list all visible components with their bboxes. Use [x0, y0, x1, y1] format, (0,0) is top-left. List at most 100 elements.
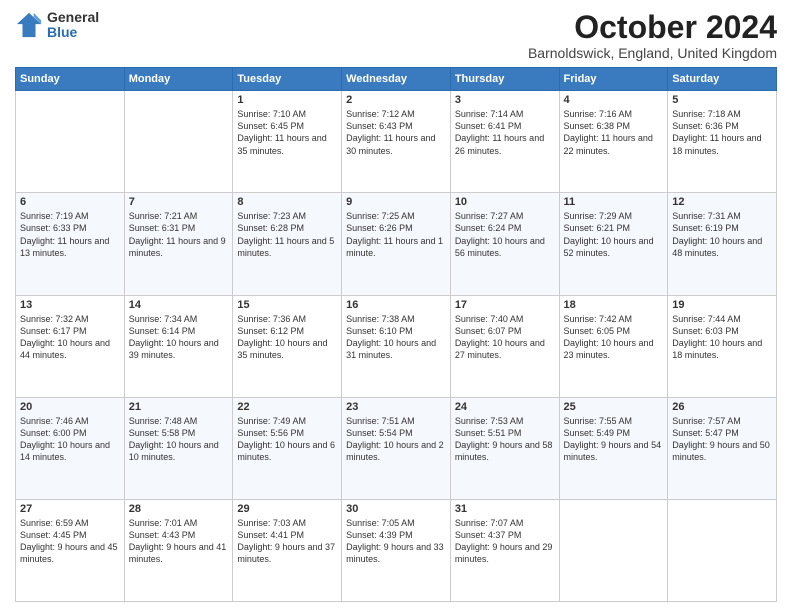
cell-content: Sunrise: 7:53 AM Sunset: 5:51 PM Dayligh…: [455, 415, 555, 464]
day-number: 2: [346, 94, 446, 106]
cell-content: Sunrise: 7:36 AM Sunset: 6:12 PM Dayligh…: [237, 313, 337, 362]
cell-content: Sunrise: 7:01 AM Sunset: 4:43 PM Dayligh…: [129, 517, 229, 566]
day-number: 20: [20, 401, 120, 413]
calendar-cell: 9 Sunrise: 7:25 AM Sunset: 6:26 PM Daylig…: [342, 193, 451, 295]
calendar-cell: 15 Sunrise: 7:36 AM Sunset: 6:12 PM Dayli…: [233, 295, 342, 397]
calendar-cell: 26Sunrise: 7:57 AM Sunset: 5:47 PM Dayli…: [668, 397, 777, 499]
logo-text: General Blue: [47, 10, 99, 41]
calendar-cell: 13 Sunrise: 7:32 AM Sunset: 6:17 PM Dayli…: [16, 295, 125, 397]
header-row: SundayMondayTuesdayWednesdayThursdayFrid…: [16, 68, 777, 91]
calendar-cell: 6 Sunrise: 7:19 AM Sunset: 6:33 PM Daylig…: [16, 193, 125, 295]
cell-content: Sunrise: 7:14 AM Sunset: 6:41 PM Dayligh…: [455, 108, 555, 157]
cell-content: Sunrise: 7:27 AM Sunset: 6:24 PM Dayligh…: [455, 210, 555, 259]
cell-content: Sunrise: 7:40 AM Sunset: 6:07 PM Dayligh…: [455, 313, 555, 362]
day-number: 26: [672, 401, 772, 413]
day-number: 27: [20, 503, 120, 515]
day-header-thursday: Thursday: [450, 68, 559, 91]
calendar-cell: 23 Sunrise: 7:51 AM Sunset: 5:54 PM Dayli…: [342, 397, 451, 499]
calendar-cell: [559, 499, 668, 601]
calendar-cell: [124, 91, 233, 193]
day-number: 24: [455, 401, 555, 413]
day-number: 13: [20, 299, 120, 311]
day-number: 30: [346, 503, 446, 515]
day-header-sunday: Sunday: [16, 68, 125, 91]
cell-content: Sunrise: 7:03 AM Sunset: 4:41 PM Dayligh…: [237, 517, 337, 566]
cell-content: Sunrise: 7:10 AM Sunset: 6:45 PM Dayligh…: [237, 108, 337, 157]
week-row-3: 13 Sunrise: 7:32 AM Sunset: 6:17 PM Dayli…: [16, 295, 777, 397]
calendar-cell: 8Sunrise: 7:23 AM Sunset: 6:28 PM Daylig…: [233, 193, 342, 295]
cell-content: Sunrise: 7:34 AM Sunset: 6:14 PM Dayligh…: [129, 313, 229, 362]
day-number: 25: [564, 401, 664, 413]
week-row-1: 1 Sunrise: 7:10 AM Sunset: 6:45 PM Daylig…: [16, 91, 777, 193]
day-number: 5: [672, 94, 772, 106]
cell-content: Sunrise: 7:05 AM Sunset: 4:39 PM Dayligh…: [346, 517, 446, 566]
cell-content: Sunrise: 7:07 AM Sunset: 4:37 PM Dayligh…: [455, 517, 555, 566]
cell-content: Sunrise: 7:48 AM Sunset: 5:58 PM Dayligh…: [129, 415, 229, 464]
cell-content: Sunrise: 7:32 AM Sunset: 6:17 PM Dayligh…: [20, 313, 120, 362]
day-number: 16: [346, 299, 446, 311]
day-number: 29: [237, 503, 337, 515]
calendar-cell: 24 Sunrise: 7:53 AM Sunset: 5:51 PM Dayli…: [450, 397, 559, 499]
day-number: 6: [20, 196, 120, 208]
cell-content: Sunrise: 7:51 AM Sunset: 5:54 PM Dayligh…: [346, 415, 446, 464]
calendar-cell: 14 Sunrise: 7:34 AM Sunset: 6:14 PM Dayli…: [124, 295, 233, 397]
calendar-cell: 1 Sunrise: 7:10 AM Sunset: 6:45 PM Daylig…: [233, 91, 342, 193]
calendar-cell: 21 Sunrise: 7:48 AM Sunset: 5:58 PM Dayli…: [124, 397, 233, 499]
day-number: 18: [564, 299, 664, 311]
calendar-table: SundayMondayTuesdayWednesdayThursdayFrid…: [15, 67, 777, 602]
calendar-cell: 2 Sunrise: 7:12 AM Sunset: 6:43 PM Daylig…: [342, 91, 451, 193]
week-row-4: 20Sunrise: 7:46 AM Sunset: 6:00 PM Dayli…: [16, 397, 777, 499]
day-number: 10: [455, 196, 555, 208]
calendar-cell: 5 Sunrise: 7:18 AM Sunset: 6:36 PM Daylig…: [668, 91, 777, 193]
calendar-cell: 17Sunrise: 7:40 AM Sunset: 6:07 PM Dayli…: [450, 295, 559, 397]
location-subtitle: Barnoldswick, England, United Kingdom: [528, 45, 777, 61]
cell-content: Sunrise: 7:12 AM Sunset: 6:43 PM Dayligh…: [346, 108, 446, 157]
cell-content: Sunrise: 7:31 AM Sunset: 6:19 PM Dayligh…: [672, 210, 772, 259]
day-header-friday: Friday: [559, 68, 668, 91]
day-number: 3: [455, 94, 555, 106]
day-number: 15: [237, 299, 337, 311]
day-number: 31: [455, 503, 555, 515]
calendar-cell: 12 Sunrise: 7:31 AM Sunset: 6:19 PM Dayli…: [668, 193, 777, 295]
day-number: 11: [564, 196, 664, 208]
day-number: 19: [672, 299, 772, 311]
week-row-2: 6 Sunrise: 7:19 AM Sunset: 6:33 PM Daylig…: [16, 193, 777, 295]
day-number: 23: [346, 401, 446, 413]
day-number: 14: [129, 299, 229, 311]
calendar-cell: 11Sunrise: 7:29 AM Sunset: 6:21 PM Dayli…: [559, 193, 668, 295]
calendar-cell: 30 Sunrise: 7:05 AM Sunset: 4:39 PM Dayli…: [342, 499, 451, 601]
calendar-cell: 4Sunrise: 7:16 AM Sunset: 6:38 PM Daylig…: [559, 91, 668, 193]
calendar-cell: 31 Sunrise: 7:07 AM Sunset: 4:37 PM Dayli…: [450, 499, 559, 601]
cell-content: Sunrise: 7:18 AM Sunset: 6:36 PM Dayligh…: [672, 108, 772, 157]
cell-content: Sunrise: 7:44 AM Sunset: 6:03 PM Dayligh…: [672, 313, 772, 362]
day-number: 12: [672, 196, 772, 208]
page: General Blue October 2024 Barnoldswick, …: [0, 0, 792, 612]
calendar-cell: 3 Sunrise: 7:14 AM Sunset: 6:41 PM Daylig…: [450, 91, 559, 193]
day-header-tuesday: Tuesday: [233, 68, 342, 91]
day-number: 7: [129, 196, 229, 208]
day-number: 4: [564, 94, 664, 106]
month-title: October 2024: [528, 10, 777, 45]
calendar-cell: 28 Sunrise: 7:01 AM Sunset: 4:43 PM Dayli…: [124, 499, 233, 601]
day-number: 21: [129, 401, 229, 413]
day-number: 9: [346, 196, 446, 208]
cell-content: Sunrise: 7:19 AM Sunset: 6:33 PM Dayligh…: [20, 210, 120, 259]
cell-content: Sunrise: 7:55 AM Sunset: 5:49 PM Dayligh…: [564, 415, 664, 464]
day-number: 22: [237, 401, 337, 413]
calendar-cell: 19 Sunrise: 7:44 AM Sunset: 6:03 PM Dayli…: [668, 295, 777, 397]
cell-content: Sunrise: 7:38 AM Sunset: 6:10 PM Dayligh…: [346, 313, 446, 362]
logo-icon: [15, 11, 43, 39]
cell-content: Sunrise: 7:49 AM Sunset: 5:56 PM Dayligh…: [237, 415, 337, 464]
calendar-cell: 27 Sunrise: 6:59 AM Sunset: 4:45 PM Dayli…: [16, 499, 125, 601]
cell-content: Sunrise: 7:25 AM Sunset: 6:26 PM Dayligh…: [346, 210, 446, 259]
day-header-monday: Monday: [124, 68, 233, 91]
cell-content: Sunrise: 6:59 AM Sunset: 4:45 PM Dayligh…: [20, 517, 120, 566]
calendar-cell: 25 Sunrise: 7:55 AM Sunset: 5:49 PM Dayli…: [559, 397, 668, 499]
day-number: 1: [237, 94, 337, 106]
logo-blue: Blue: [47, 25, 99, 40]
calendar-cell: 18 Sunrise: 7:42 AM Sunset: 6:05 PM Dayli…: [559, 295, 668, 397]
cell-content: Sunrise: 7:23 AM Sunset: 6:28 PM Dayligh…: [237, 210, 337, 259]
day-number: 28: [129, 503, 229, 515]
cell-content: Sunrise: 7:42 AM Sunset: 6:05 PM Dayligh…: [564, 313, 664, 362]
day-header-wednesday: Wednesday: [342, 68, 451, 91]
